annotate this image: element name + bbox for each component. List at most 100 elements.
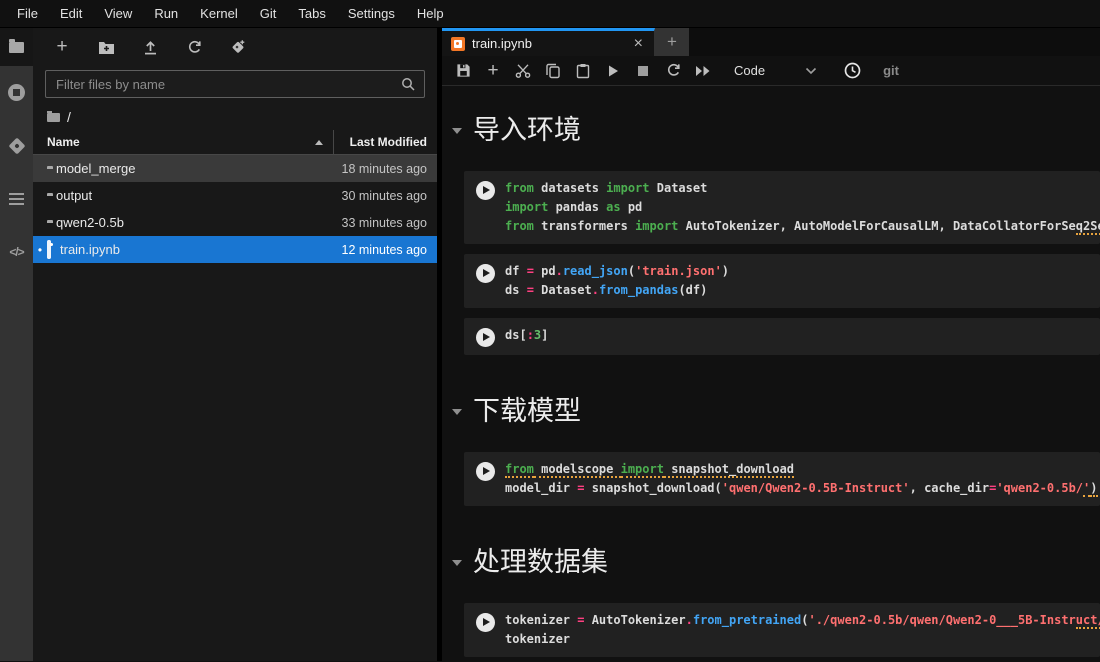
heading-text: 下载模型 [473, 389, 581, 428]
file-browser-toolbar: + [33, 28, 437, 66]
file-browser-panel: + Filter files by name / Name [33, 28, 437, 661]
run-cell-button[interactable] [476, 264, 495, 283]
file-row[interactable]: model_merge18 minutes ago [33, 155, 437, 182]
git-icon [8, 137, 25, 154]
menu-item-kernel[interactable]: Kernel [189, 6, 249, 21]
menu-item-file[interactable]: File [6, 6, 49, 21]
git-toolbar-label[interactable]: git [883, 63, 899, 78]
close-icon[interactable]: × [632, 37, 645, 51]
code-cell[interactable]: tokenizer = AutoTokenizer.from_pretraine… [464, 603, 1100, 657]
file-row[interactable]: output30 minutes ago [33, 182, 437, 209]
save-button[interactable] [448, 58, 478, 84]
markdown-heading-cell[interactable]: 处理数据集 [447, 540, 1100, 579]
restart-run-all-button[interactable] [688, 58, 718, 84]
run-cell-button[interactable] [476, 613, 495, 632]
file-name: train.ipynb [60, 242, 333, 257]
code-editor[interactable]: tokenizer = AutoTokenizer.from_pretraine… [505, 611, 1100, 649]
new-folder-icon [98, 40, 115, 54]
file-name: output [56, 188, 333, 203]
code-line: from transformers import AutoTokenizer, … [505, 217, 1100, 236]
filter-placeholder: Filter files by name [56, 77, 400, 92]
menu-item-run[interactable]: Run [143, 6, 189, 21]
stop-icon [637, 65, 649, 77]
kernel-history-button[interactable] [837, 58, 867, 84]
plus-icon: + [487, 63, 498, 79]
menubar: FileEditViewRunKernelGitTabsSettingsHelp [0, 0, 1100, 28]
code-icon: </> [9, 245, 23, 259]
run-button[interactable] [598, 58, 628, 84]
restart-kernel-button[interactable] [658, 58, 688, 84]
menu-item-settings[interactable]: Settings [337, 6, 406, 21]
collapse-section-icon[interactable] [452, 560, 462, 566]
code-line: df = pd.read_json('train.json') [505, 262, 1100, 281]
code-line: tokenizer = AutoTokenizer.from_pretraine… [505, 611, 1100, 630]
copy-cells-button[interactable] [538, 58, 568, 84]
code-cell[interactable]: df = pd.read_json('train.json')ds = Data… [464, 254, 1100, 308]
sidebar-item-running-kernels[interactable] [0, 66, 33, 119]
sidebar-item-git[interactable] [0, 119, 33, 172]
play-icon [483, 333, 490, 341]
run-cell-button[interactable] [476, 462, 495, 481]
sidebar-item-table-of-contents[interactable] [0, 172, 33, 225]
paste-cells-button[interactable] [568, 58, 598, 84]
menu-item-git[interactable]: Git [249, 6, 288, 21]
play-icon [483, 618, 490, 626]
menu-item-edit[interactable]: Edit [49, 6, 93, 21]
file-row[interactable]: •train.ipynb12 minutes ago [33, 236, 437, 263]
breadcrumb[interactable]: / [33, 104, 437, 130]
run-cell-button[interactable] [476, 328, 495, 347]
code-cell[interactable]: from modelscope import snapshot_download… [464, 452, 1100, 506]
add-cell-button[interactable]: + [478, 58, 508, 84]
code-editor[interactable]: df = pd.read_json('train.json')ds = Data… [505, 262, 1100, 300]
file-row[interactable]: qwen2-0.5b33 minutes ago [33, 209, 437, 236]
column-header-name[interactable]: Name [33, 135, 333, 149]
last-modified: 18 minutes ago [333, 162, 437, 176]
markdown-heading-cell[interactable]: 下载模型 [447, 389, 1100, 428]
tab-bar: train.ipynb × + [442, 28, 1100, 56]
code-cell[interactable]: from datasets import Datasetimport panda… [464, 171, 1100, 244]
code-editor[interactable]: ds[:3] [505, 326, 1100, 347]
git-clone-button[interactable] [229, 38, 247, 56]
main-area: train.ipynb × + + [442, 28, 1100, 661]
collapse-section-icon[interactable] [452, 409, 462, 415]
home-folder-icon [47, 113, 60, 122]
upload-button[interactable] [141, 38, 159, 56]
menu-item-help[interactable]: Help [406, 6, 455, 21]
sort-ascending-icon [315, 140, 323, 145]
new-tab-button[interactable]: + [655, 28, 689, 56]
sidebar-tab-strip: </> [0, 28, 33, 661]
menu-item-view[interactable]: View [93, 6, 143, 21]
last-modified: 12 minutes ago [333, 243, 437, 257]
refresh-button[interactable] [185, 38, 203, 56]
new-folder-button[interactable] [97, 38, 115, 56]
clock-icon [844, 62, 861, 79]
filter-files-input[interactable]: Filter files by name [45, 70, 425, 98]
collapse-section-icon[interactable] [452, 128, 462, 134]
menu-item-tabs[interactable]: Tabs [287, 6, 336, 21]
cell-type-value: Code [734, 63, 765, 78]
run-cell-button[interactable] [476, 181, 495, 200]
copy-icon [545, 63, 561, 79]
column-header-last-modified[interactable]: Last Modified [333, 130, 437, 155]
cell-type-dropdown[interactable]: Code [734, 63, 817, 78]
code-line: ds = Dataset.from_pandas(df) [505, 281, 1100, 300]
notebook-icon [47, 242, 51, 257]
fast-forward-icon [695, 65, 711, 77]
notebook-toolbar: + Code [442, 56, 1100, 86]
sidebar-item-extensions[interactable]: </> [0, 225, 33, 278]
new-launcher-button[interactable]: + [53, 38, 71, 56]
code-editor[interactable]: from datasets import Datasetimport panda… [505, 179, 1100, 236]
code-editor[interactable]: from modelscope import snapshot_download… [505, 460, 1100, 498]
refresh-icon [187, 40, 202, 55]
file-name: model_merge [56, 161, 333, 176]
sidebar-item-file-browser[interactable] [0, 28, 33, 66]
interrupt-kernel-button[interactable] [628, 58, 658, 84]
cut-cells-button[interactable] [508, 58, 538, 84]
tab-title: train.ipynb [472, 36, 632, 51]
last-modified: 33 minutes ago [333, 216, 437, 230]
code-line: model_dir = snapshot_download('qwen/Qwen… [505, 479, 1100, 498]
tab-train-ipynb[interactable]: train.ipynb × [442, 28, 655, 56]
code-cell[interactable]: ds[:3] [464, 318, 1100, 355]
markdown-heading-cell[interactable]: 导入环境 [447, 108, 1100, 147]
code-line: import pandas as pd [505, 198, 1100, 217]
